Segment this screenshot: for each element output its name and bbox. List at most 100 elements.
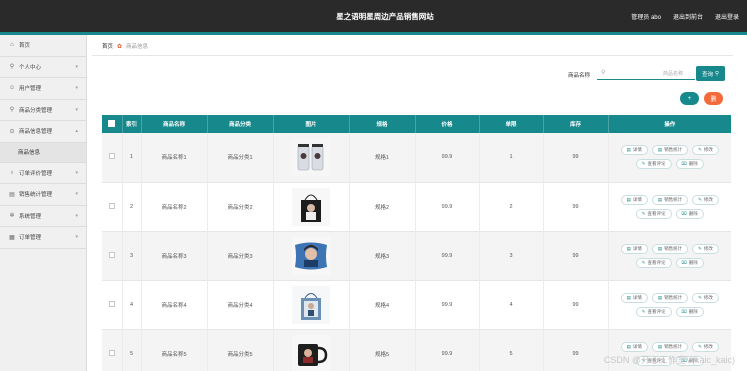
cell-stock: 99 — [542, 133, 608, 182]
view-reviews-button[interactable]: ✎ 查看评论 — [635, 257, 672, 268]
detail-button[interactable]: ▤ 详情 — [620, 341, 648, 352]
cell-stock: 99 — [542, 231, 608, 280]
view-reviews-button[interactable]: ✎ 查看评论 — [635, 208, 672, 219]
delete-button[interactable]: ⌧ 删除 — [675, 208, 704, 219]
row-checkbox[interactable] — [102, 182, 122, 231]
cell-name: 商品名称5 — [140, 329, 207, 371]
sidebar-item-user-management[interactable]: ☺ 用户管理 ▾ — [0, 78, 86, 100]
cell-spec: 规格2 — [348, 182, 415, 231]
chevron-up-icon: ▴ — [75, 128, 78, 134]
column-header: 单限 — [478, 115, 543, 133]
detail-button[interactable]: ▤ 详情 — [620, 194, 648, 205]
view-reviews-button[interactable]: ✎ 查看评论 — [635, 159, 672, 170]
cell-limit: 1 — [478, 133, 543, 182]
cell-category: 商品分类1 — [206, 133, 273, 182]
chevron-down-icon: ▾ — [75, 85, 78, 91]
search-placeholder: 商品名称 — [662, 71, 683, 77]
edit-icon: ✎ — [698, 245, 702, 251]
grid-icon: ▦ — [9, 234, 15, 241]
sidebar-subitem-product-info[interactable]: 商品信息 — [0, 142, 86, 163]
mug-image — [292, 334, 330, 371]
cell-limit: 4 — [478, 280, 543, 329]
sidebar-item-label: 系统管理 — [19, 213, 42, 220]
sidebar-item-label: 商品信息管理 — [19, 129, 53, 136]
blue-bag-image — [292, 285, 330, 324]
sidebar-item-label: 个人中心 — [19, 64, 42, 71]
location-icon: ⊙ — [9, 128, 15, 135]
users-icon: ☺ — [8, 85, 16, 92]
exit-to-frontend-link[interactable]: 退出到前台 — [673, 12, 703, 21]
row-checkbox[interactable] — [102, 133, 122, 182]
cell-spec: 规格3 — [348, 231, 415, 280]
add-button[interactable]: + — [680, 92, 699, 105]
doc-icon: ▤ — [626, 245, 631, 251]
logout-link[interactable]: 退出登录 — [715, 12, 739, 21]
delete-button[interactable]: ⌧ 删除 — [675, 306, 704, 317]
detail-button[interactable]: ▤ 详情 — [620, 243, 648, 254]
person-icon: ⚲ — [9, 107, 15, 114]
delete-button[interactable]: ⌧ 删除 — [675, 159, 704, 170]
search-input[interactable]: ⚲ 商品名称 — [597, 66, 695, 80]
delete-button[interactable]: ⌧ 删除 — [675, 257, 704, 268]
edit-button[interactable]: ✎ 修改 — [692, 292, 719, 303]
cup-image — [292, 138, 330, 177]
doc-icon: ▤ — [626, 343, 631, 349]
column-header: 商品名称 — [140, 115, 207, 133]
sales-stats-button[interactable]: ▤ 销售统计 — [651, 243, 689, 254]
sidebar-item-category-management[interactable]: ⚲ 商品分类管理 ▾ — [0, 100, 86, 121]
row-checkbox[interactable] — [102, 329, 122, 371]
chevron-down-icon: ▾ — [75, 212, 78, 219]
sidebar-item-home[interactable]: ⌂ 首页 — [0, 35, 86, 57]
sidebar-item-label: 用户管理 — [19, 86, 42, 93]
detail-button[interactable]: ▤ 详情 — [620, 145, 648, 156]
cell-category: 商品分类4 — [206, 280, 273, 329]
chevron-down-icon: ▾ — [75, 234, 78, 240]
query-button[interactable]: 查询 ⚲ — [696, 66, 725, 81]
cell-image — [272, 329, 349, 371]
detail-button[interactable]: ▤ 详情 — [620, 292, 648, 303]
chevron-down-icon: ▾ — [75, 63, 78, 70]
cell-image — [272, 182, 349, 231]
cell-price: 99.9 — [414, 329, 479, 371]
row-checkbox[interactable] — [102, 231, 122, 280]
sidebar-item-label: 商品分类管理 — [19, 107, 53, 114]
sidebar-item-personal-center[interactable]: ⚲ 个人中心 ▾ — [0, 57, 86, 78]
cell-limit: 2 — [478, 182, 543, 231]
sidebar-item-label: 销售统计管理 — [19, 192, 53, 199]
trash-icon: ⌧ — [681, 210, 687, 216]
edit-button[interactable]: ✎ 修改 — [692, 145, 719, 156]
select-all-checkbox[interactable] — [102, 115, 122, 133]
cell-name: 商品名称4 — [140, 280, 207, 329]
edit-button[interactable]: ✎ 修改 — [692, 341, 719, 352]
doc-icon: ▤ — [657, 196, 663, 202]
flower-icon: ✿ — [117, 43, 123, 50]
main-content: 首页 ✿ 商品信息 商品名称 ⚲ 商品名称 查询 ⚲ + 删 索引 商品名称 商… — [92, 35, 739, 371]
sidebar-item-system-management[interactable]: ✲ 系统管理 ▾ — [0, 206, 86, 227]
person-icon: ⚲ — [9, 64, 15, 71]
breadcrumb-home[interactable]: 首页 — [102, 42, 113, 50]
edit-icon: ✎ — [641, 308, 646, 314]
pillow-image — [292, 236, 330, 275]
edit-icon: ✎ — [698, 147, 702, 153]
sidebar-item-product-info-management[interactable]: ⊙ 商品信息管理 ▴ — [0, 121, 86, 143]
edit-button[interactable]: ✎ 修改 — [692, 243, 719, 254]
home-icon: ⌂ — [10, 42, 14, 49]
doc-icon: ▤ — [657, 245, 663, 251]
sales-stats-button[interactable]: ▤ 销售统计 — [651, 341, 689, 352]
batch-delete-button[interactable]: 删 — [704, 92, 723, 105]
edit-button[interactable]: ✎ 修改 — [692, 194, 719, 205]
cell-price: 99.9 — [414, 280, 479, 329]
sales-stats-button[interactable]: ▤ 销售统计 — [651, 145, 689, 156]
gear-icon: ✲ — [9, 213, 15, 220]
edit-icon: ✎ — [698, 196, 702, 202]
sidebar-item-sales-stats-management[interactable]: ▤ 销售统计管理 ▾ — [0, 184, 86, 206]
sidebar-item-order-management[interactable]: ▦ 订单管理 ▾ — [0, 227, 86, 249]
row-checkbox[interactable] — [102, 280, 122, 329]
sales-stats-button[interactable]: ▤ 销售统计 — [651, 292, 689, 303]
view-reviews-button[interactable]: ✎ 查看评论 — [635, 306, 672, 317]
cell-limit: 5 — [478, 329, 543, 371]
sidebar-item-order-review-management[interactable]: ♁ 订单评价管理 ▾ — [0, 163, 86, 184]
sales-stats-button[interactable]: ▤ 销售统计 — [651, 194, 689, 205]
column-header: 操作 — [607, 115, 731, 133]
product-table: 索引 商品名称 商品分类 图片 规格 价格 单限 库存 操作 1 商品名称1 商… — [102, 115, 731, 371]
